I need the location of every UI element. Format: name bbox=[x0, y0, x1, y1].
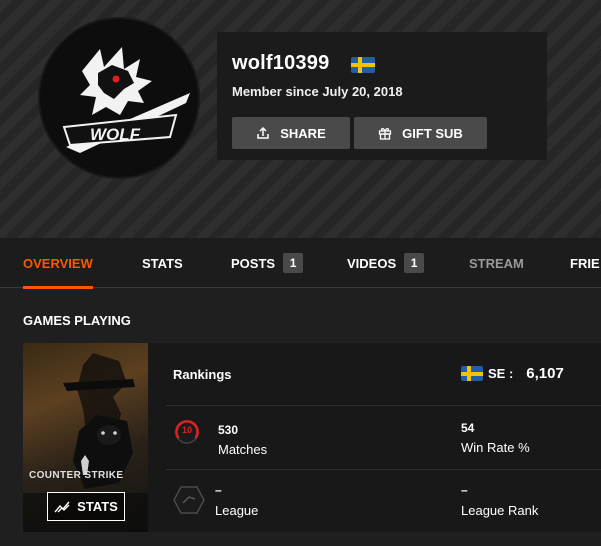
rankings-label: Rankings bbox=[173, 367, 232, 382]
tab-overview[interactable]: OVERVIEW bbox=[23, 238, 93, 289]
username: wolf10399 bbox=[232, 52, 330, 74]
share-icon bbox=[257, 126, 269, 139]
league-rank-value: – bbox=[461, 483, 468, 497]
game-card: COUNTER STRIKE STATS Rankings SE : 6,107… bbox=[23, 343, 601, 532]
league-rank-label: League Rank bbox=[461, 503, 539, 518]
game-cover[interactable]: COUNTER STRIKE STATS bbox=[23, 343, 148, 532]
posts-count-badge: 1 bbox=[283, 253, 304, 273]
league-value: – bbox=[215, 483, 222, 497]
tab-posts[interactable]: POSTS 1 bbox=[231, 238, 304, 288]
region-ranking: SE : 6,107 bbox=[461, 365, 564, 382]
region-rank-value: 6,107 bbox=[526, 365, 564, 382]
gift-sub-button[interactable]: GIFT SUB bbox=[354, 117, 487, 149]
sweden-flag-icon bbox=[351, 57, 375, 73]
tab-friends[interactable]: FRIE bbox=[570, 238, 600, 288]
game-logo-text: COUNTER STRIKE bbox=[29, 470, 124, 481]
divider bbox=[166, 405, 601, 406]
matches-value: 530 bbox=[218, 423, 239, 437]
skill-level-value: 10 bbox=[181, 425, 192, 435]
league-icon bbox=[173, 486, 205, 519]
tab-videos[interactable]: VIDEOS 1 bbox=[347, 238, 425, 288]
tab-stream[interactable]: STREAM bbox=[469, 238, 524, 288]
stats-label: STATS bbox=[77, 499, 118, 514]
share-label: SHARE bbox=[280, 125, 326, 141]
wolf-logo-icon: WOLF bbox=[62, 47, 190, 153]
league-label: League bbox=[215, 503, 259, 518]
tab-label: STATS bbox=[142, 255, 183, 271]
tab-label: FRIE bbox=[570, 255, 600, 271]
games-playing-heading: GAMES PLAYING bbox=[23, 313, 131, 328]
tab-label: VIDEOS bbox=[347, 255, 397, 271]
trend-chart-icon bbox=[54, 501, 70, 512]
tab-label: OVERVIEW bbox=[23, 255, 93, 271]
region-code: SE : bbox=[488, 366, 514, 381]
avatar[interactable]: WOLF bbox=[38, 17, 200, 179]
skill-level-icon: 10 bbox=[174, 419, 200, 450]
videos-count-badge: 1 bbox=[404, 253, 425, 273]
profile-header: WOLF wolf10399 Member since July 20, 201… bbox=[0, 0, 601, 238]
share-button[interactable]: SHARE bbox=[232, 117, 350, 149]
gift-icon bbox=[379, 128, 392, 140]
tab-stats[interactable]: STATS bbox=[142, 238, 183, 288]
divider bbox=[166, 469, 601, 470]
win-rate-value: 54 bbox=[461, 421, 475, 435]
sweden-flag-icon bbox=[461, 366, 483, 381]
tab-label: POSTS bbox=[231, 255, 276, 271]
win-rate-label: Win Rate % bbox=[461, 440, 530, 455]
matches-label: Matches bbox=[218, 442, 268, 457]
avatar-text: WOLF bbox=[90, 125, 141, 144]
tab-label: STREAM bbox=[469, 255, 524, 271]
profile-card: wolf10399 Member since July 20, 2018 SHA… bbox=[217, 32, 547, 160]
profile-tabs: OVERVIEW STATS POSTS 1 VIDEOS 1 STREAM F… bbox=[0, 238, 601, 289]
gift-sub-label: GIFT SUB bbox=[402, 125, 463, 141]
member-since: Member since July 20, 2018 bbox=[232, 84, 403, 99]
game-stats-button[interactable]: STATS bbox=[47, 492, 125, 521]
